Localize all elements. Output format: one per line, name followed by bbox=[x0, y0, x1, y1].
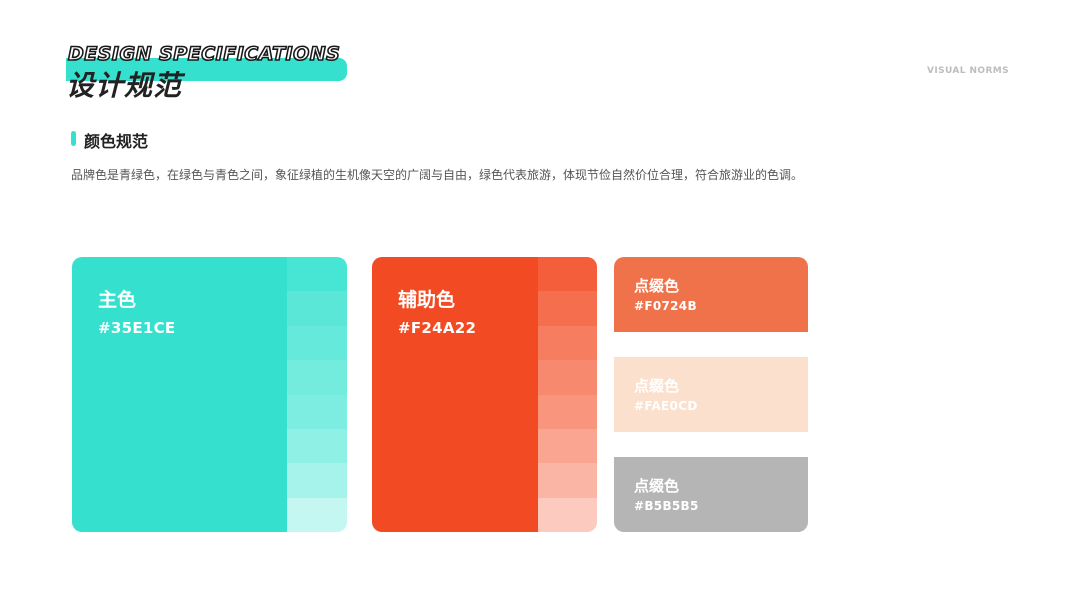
title-english: DESIGN SPECIFICATIONS bbox=[67, 42, 341, 66]
tint-swatch bbox=[287, 291, 347, 326]
accent-swatch-orange: 点缀色 #F0724B bbox=[614, 257, 808, 332]
accent-name: 点缀色 bbox=[634, 377, 680, 395]
tint-swatch bbox=[287, 360, 347, 395]
accent-hex: #FAE0CD bbox=[634, 399, 698, 413]
accent-hex: #B5B5B5 bbox=[634, 499, 699, 513]
tint-swatch bbox=[287, 463, 347, 498]
accent-swatch-gray: 点缀色 #B5B5B5 bbox=[614, 457, 808, 532]
tint-swatch bbox=[538, 325, 597, 361]
primary-color-hex: #35E1CE bbox=[98, 319, 176, 337]
tint-swatch bbox=[538, 291, 597, 326]
primary-swatch: 主色 #35E1CE bbox=[72, 257, 287, 532]
secondary-color-hex: #F24A22 bbox=[398, 319, 477, 337]
primary-color-card: 主色 #35E1CE bbox=[72, 257, 347, 532]
secondary-swatch: 辅助色 #F24A22 bbox=[372, 257, 538, 532]
secondary-color-card: 辅助色 #F24A22 bbox=[372, 257, 597, 532]
secondary-tint-scale bbox=[538, 257, 597, 532]
accent-swatch-peach: 点缀色 #FAE0CD bbox=[614, 357, 808, 432]
primary-color-name: 主色 bbox=[98, 289, 137, 311]
tint-swatch bbox=[538, 463, 597, 498]
accent-name: 点缀色 bbox=[634, 277, 680, 295]
tint-swatch bbox=[538, 360, 597, 395]
accent-hex: #F0724B bbox=[634, 299, 697, 313]
tint-swatch bbox=[287, 428, 347, 464]
tint-swatch bbox=[538, 257, 597, 292]
accent-name: 点缀色 bbox=[634, 477, 680, 495]
tint-swatch bbox=[287, 325, 347, 361]
tint-swatch bbox=[287, 394, 347, 429]
tint-swatch bbox=[538, 394, 597, 429]
page-title: 设计规范 bbox=[66, 69, 183, 102]
tint-swatch bbox=[538, 497, 597, 532]
tint-swatch bbox=[287, 257, 347, 292]
primary-tint-scale bbox=[287, 257, 347, 532]
section-marker bbox=[71, 131, 76, 146]
section-title: 颜色规范 bbox=[84, 132, 149, 151]
tint-swatch bbox=[287, 497, 347, 532]
section-description: 品牌色是青绿色，在绿色与青色之间，象征绿植的生机像天空的广阔与自由，绿色代表旅游… bbox=[71, 168, 804, 182]
secondary-color-name: 辅助色 bbox=[398, 289, 456, 311]
header-tag: VISUAL NORMS bbox=[927, 66, 1010, 76]
tint-swatch bbox=[538, 428, 597, 464]
